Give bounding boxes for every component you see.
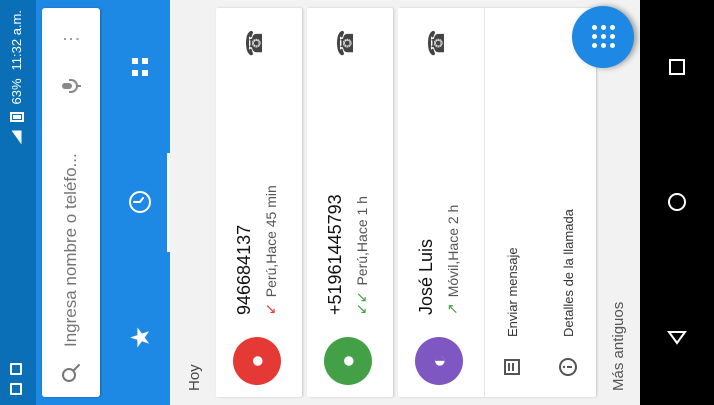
call-button[interactable]: ☎ <box>238 26 272 60</box>
tab-favorites[interactable]: ★ <box>110 270 170 405</box>
message-icon <box>503 337 521 397</box>
call-detail: Perú,Hace 45 min <box>262 185 279 298</box>
recents-button[interactable] <box>647 38 707 98</box>
portrait-screen: 63% 11:32 a.m. Ingresa nombre o teléfo..… <box>0 0 714 405</box>
home-button[interactable] <box>647 173 707 233</box>
call-row[interactable]: ◐ José Luis ↗ Móvil,Hace 2 h ☎ <box>398 8 484 397</box>
tab-bar: ★ <box>110 0 170 405</box>
caller-number: +51961445793 <box>325 194 345 315</box>
status-time: 11:32 a.m. <box>9 10 24 71</box>
recent-calls: Hoy ● 946684137 ↙ Perú,Hace 45 min ☎ ● +… <box>170 0 640 405</box>
call-row[interactable]: ● 946684137 ↙ Perú,Hace 45 min ☎ <box>216 8 302 397</box>
dialpad-button[interactable] <box>572 6 634 68</box>
call-meta: ↗ Móvil,Hace 2 h <box>444 205 461 315</box>
back-button[interactable] <box>647 308 707 368</box>
section-title-older: Más antiguos <box>610 301 627 391</box>
phone-icon: ☎ <box>333 29 358 57</box>
call-detail: Móvil,Hace 2 h <box>444 204 461 298</box>
screen: 63% 11:32 a.m. Ingresa nombre o teléfo..… <box>0 0 714 405</box>
call-card[interactable]: ● +51961445793 ↙↙ Perú,Hace 1 h ☎ <box>307 8 393 397</box>
battery-icon <box>9 112 24 123</box>
send-message-label: Enviar mensaje <box>504 247 520 337</box>
call-button[interactable]: ☎ <box>329 26 363 60</box>
person-icon: ● <box>335 354 360 368</box>
back-icon <box>667 331 687 346</box>
status-bar: 63% 11:32 a.m. <box>0 0 36 405</box>
call-meta: ↙ Perú,Hace 45 min <box>262 185 279 315</box>
microphone-icon[interactable] <box>42 62 100 110</box>
dialer-header: ⋮ ★ <box>36 0 170 405</box>
search-bar[interactable]: ⋮ <box>42 8 100 397</box>
section-title-today: Hoy <box>185 364 203 391</box>
phone-icon: ☎ <box>424 29 449 57</box>
person-icon: ● <box>244 354 269 368</box>
dialpad-icon <box>592 25 615 48</box>
call-details-action[interactable]: Detalles de la llamada <box>540 8 596 397</box>
avatar[interactable]: ● <box>233 337 281 385</box>
avatar[interactable]: ● <box>324 337 372 385</box>
more-options-icon[interactable]: ⋮ <box>42 14 100 62</box>
search-input[interactable] <box>50 110 92 349</box>
recents-icon <box>669 59 685 76</box>
call-details-label: Detalles de la llamada <box>560 209 576 337</box>
status-left <box>10 363 22 395</box>
avatar[interactable]: ◐ <box>415 337 463 385</box>
home-icon <box>668 193 686 212</box>
incoming-call-icon: ↙↙ <box>353 291 369 315</box>
caller-number: 946684137 <box>234 224 254 315</box>
system-nav-bar <box>640 0 714 405</box>
tab-recent[interactable] <box>110 135 170 270</box>
clock-icon <box>127 190 153 216</box>
info-icon <box>558 337 578 397</box>
tab-contacts[interactable] <box>110 0 170 135</box>
phone-icon: ☎ <box>242 29 267 57</box>
star-icon: ★ <box>124 325 155 350</box>
call-meta: ↙↙ Perú,Hace 1 h <box>353 196 370 315</box>
outgoing-call-icon: ↗ <box>444 303 460 315</box>
search-icon[interactable] <box>42 349 100 397</box>
send-message-action[interactable]: Enviar mensaje <box>484 8 540 397</box>
screenshot-icon <box>10 363 22 375</box>
status-right: 63% 11:32 a.m. <box>9 10 24 145</box>
call-button[interactable]: ☎ <box>420 26 454 60</box>
contacts-icon <box>127 55 153 81</box>
signal-icon <box>12 131 22 145</box>
call-row[interactable]: ● +51961445793 ↙↙ Perú,Hace 1 h ☎ <box>307 8 393 397</box>
sim-card-icon <box>10 383 22 395</box>
caller-name: José Luis <box>416 238 436 315</box>
call-detail: Perú,Hace 1 h <box>353 196 370 286</box>
battery-percent: 63% <box>9 78 24 105</box>
call-card-expanded[interactable]: ◐ José Luis ↗ Móvil,Hace 2 h ☎ Enviar me… <box>398 8 596 397</box>
call-card[interactable]: ● 946684137 ↙ Perú,Hace 45 min ☎ <box>216 8 302 397</box>
missed-call-icon: ↙ <box>262 303 278 315</box>
person-icon: ◐ <box>426 354 451 368</box>
